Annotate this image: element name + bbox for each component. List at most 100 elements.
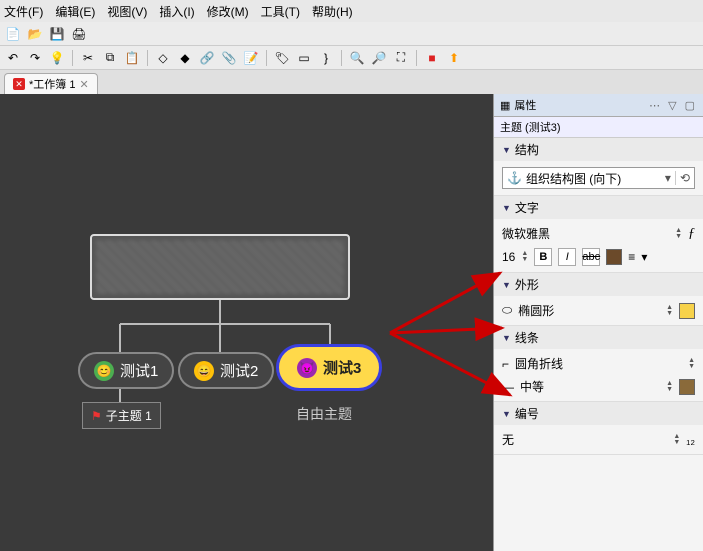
toolbar-2: ↶ ↷ 💡 ✂ ⧉ 📋 ◇ ◆ 🔗 📎 📝 🏷 ▭ } 🔍 🔎 ⛶ ■ ⬆	[0, 46, 703, 70]
number-value[interactable]: 无	[502, 431, 667, 448]
menu-help[interactable]: 帮助(H)	[312, 3, 353, 20]
fit-icon[interactable]: ⛶	[392, 49, 410, 67]
topic-3-label: 测试3	[323, 357, 361, 378]
collapse-arrow-icon: ▼	[502, 409, 511, 419]
dropdown-reset-icon[interactable]: ⟲	[675, 171, 690, 185]
open-icon[interactable]: 📂	[26, 25, 44, 43]
menu-view[interactable]: 视图(V)	[107, 3, 147, 20]
topic-2[interactable]: 😄 测试2	[178, 352, 274, 389]
link-icon[interactable]: 🔗	[198, 49, 216, 67]
flag-icon: ⚑	[91, 409, 102, 423]
toolbar-1: 📄 📂 💾 🖨	[0, 22, 703, 46]
shape-fill-swatch[interactable]	[679, 303, 695, 319]
boundary-icon[interactable]: ▭	[295, 49, 313, 67]
mindmap-canvas[interactable]: 😊 测试1 😄 测试2 😈 测试3 ⚑ 子主题 1 自由主题	[0, 94, 493, 551]
attach-icon[interactable]: 📎	[220, 49, 238, 67]
font-name[interactable]: 微软雅黑	[502, 225, 669, 242]
strike-button[interactable]: abc	[582, 248, 600, 266]
align-icon[interactable]: ≡	[628, 250, 635, 264]
topic-2-label: 测试2	[220, 360, 258, 381]
print-icon[interactable]: 🖨	[70, 25, 88, 43]
section-structure-header[interactable]: ▼ 结构	[494, 138, 703, 161]
subtopic-1[interactable]: ⚑ 子主题 1	[82, 402, 161, 429]
shape-value[interactable]: 椭圆形	[518, 302, 660, 319]
menu-insert[interactable]: 插入(I)	[159, 3, 194, 20]
font-stepper[interactable]: ▲▼	[675, 228, 682, 240]
structure-dropdown[interactable]: ⚓ 组织结构图 (向下) ▾ ⟲	[502, 167, 695, 189]
collapse-arrow-icon: ▼	[502, 333, 511, 343]
smile-green-icon: 😊	[94, 361, 114, 381]
tab-close-icon[interactable]: ✕	[79, 78, 88, 91]
cut-icon[interactable]: ✂	[79, 49, 97, 67]
topic-1-label: 测试1	[120, 360, 158, 381]
drill-icon[interactable]: ■	[423, 49, 441, 67]
text-color-swatch[interactable]	[606, 249, 622, 265]
save-icon[interactable]: 💾	[48, 25, 66, 43]
up-arrow-icon[interactable]: ⬆	[445, 49, 463, 67]
zoomout-icon[interactable]: 🔎	[370, 49, 388, 67]
panel-max-icon[interactable]: ▢	[683, 99, 697, 112]
panel-min-icon[interactable]: ▽	[666, 99, 678, 112]
line-color-swatch[interactable]	[679, 379, 695, 395]
copy-icon[interactable]: ⧉	[101, 49, 119, 67]
tab-bar: ✕ *工作簿 1 ✕	[0, 70, 703, 94]
panel-icon: ▦	[500, 99, 510, 112]
summary-icon[interactable]: }	[317, 49, 335, 67]
menu-modify[interactable]: 修改(M)	[207, 3, 249, 20]
panel-menu-icon[interactable]: ⋯	[647, 99, 662, 112]
font-size[interactable]: 16	[502, 250, 515, 264]
line-weight-stepper[interactable]: ▲▼	[666, 381, 673, 393]
node-icon[interactable]: ◇	[154, 49, 172, 67]
root-topic[interactable]	[90, 234, 350, 300]
line-weight-icon: —	[502, 380, 514, 394]
bulb-icon[interactable]: 💡	[48, 49, 66, 67]
section-text-header[interactable]: ▼ 文字	[494, 196, 703, 219]
collapse-arrow-icon: ▼	[502, 280, 511, 290]
line-style-icon: ⌐	[502, 357, 509, 371]
ellipse-icon: ⬭	[502, 303, 512, 318]
tab-title: *工作簿 1	[29, 76, 75, 92]
org-chart-icon: ⚓	[507, 171, 522, 185]
collapse-arrow-icon: ▼	[502, 145, 511, 155]
smile-purple-icon: 😈	[297, 358, 317, 378]
line-weight[interactable]: 中等	[520, 378, 660, 395]
paste-icon[interactable]: 📋	[123, 49, 141, 67]
workbook-tab[interactable]: ✕ *工作簿 1 ✕	[4, 73, 98, 94]
undo-icon[interactable]: ↶	[4, 49, 22, 67]
topic-1[interactable]: 😊 测试1	[78, 352, 174, 389]
shape-stepper[interactable]: ▲▼	[666, 305, 673, 317]
section-shape-header[interactable]: ▼ 外形	[494, 273, 703, 296]
properties-panel: ▦ 属性 ⋯ ▽ ▢ 主题 (测试3) ▼ 结构 ⚓ 组织结构图 (向下) ▾ …	[493, 94, 703, 551]
smile-yellow-icon: 😄	[194, 361, 214, 381]
section-line-header[interactable]: ▼ 线条	[494, 326, 703, 349]
italic-button[interactable]: I	[558, 248, 576, 266]
section-number-header[interactable]: ▼ 编号	[494, 402, 703, 425]
line-style[interactable]: 圆角折线	[515, 355, 682, 372]
menu-bar: 文件(F) 编辑(E) 视图(V) 插入(I) 修改(M) 工具(T) 帮助(H…	[0, 0, 703, 22]
menu-file[interactable]: 文件(F)	[4, 3, 43, 20]
line-style-stepper[interactable]: ▲▼	[688, 358, 695, 370]
number-stepper[interactable]: ▲▼	[673, 434, 680, 446]
new-icon[interactable]: 📄	[4, 25, 22, 43]
subnode-icon[interactable]: ◆	[176, 49, 194, 67]
redo-icon[interactable]: ↷	[26, 49, 44, 67]
font-style-icon[interactable]: ƒ	[688, 226, 695, 242]
panel-title: 属性	[514, 97, 536, 113]
align-arrow-icon[interactable]: ▾	[641, 250, 647, 264]
menu-edit[interactable]: 编辑(E)	[55, 3, 95, 20]
panel-header: ▦ 属性 ⋯ ▽ ▢	[494, 94, 703, 117]
tab-app-icon: ✕	[13, 78, 25, 90]
subtopic-label: 子主题 1	[106, 407, 152, 424]
collapse-arrow-icon: ▼	[502, 203, 511, 213]
number-format-icon[interactable]: ₁₂	[686, 433, 695, 447]
free-topic-label: 自由主题	[296, 404, 352, 424]
topic-3-selected[interactable]: 😈 测试3	[276, 344, 382, 391]
bold-button[interactable]: B	[534, 248, 552, 266]
marker-icon[interactable]: 🏷	[273, 49, 291, 67]
note-icon[interactable]: 📝	[242, 49, 260, 67]
panel-subtitle: 主题 (测试3)	[494, 117, 703, 138]
menu-tools[interactable]: 工具(T)	[261, 3, 300, 20]
size-stepper[interactable]: ▲▼	[521, 251, 528, 263]
zoomin-icon[interactable]: 🔍	[348, 49, 366, 67]
dropdown-arrow-icon[interactable]: ▾	[665, 171, 671, 185]
